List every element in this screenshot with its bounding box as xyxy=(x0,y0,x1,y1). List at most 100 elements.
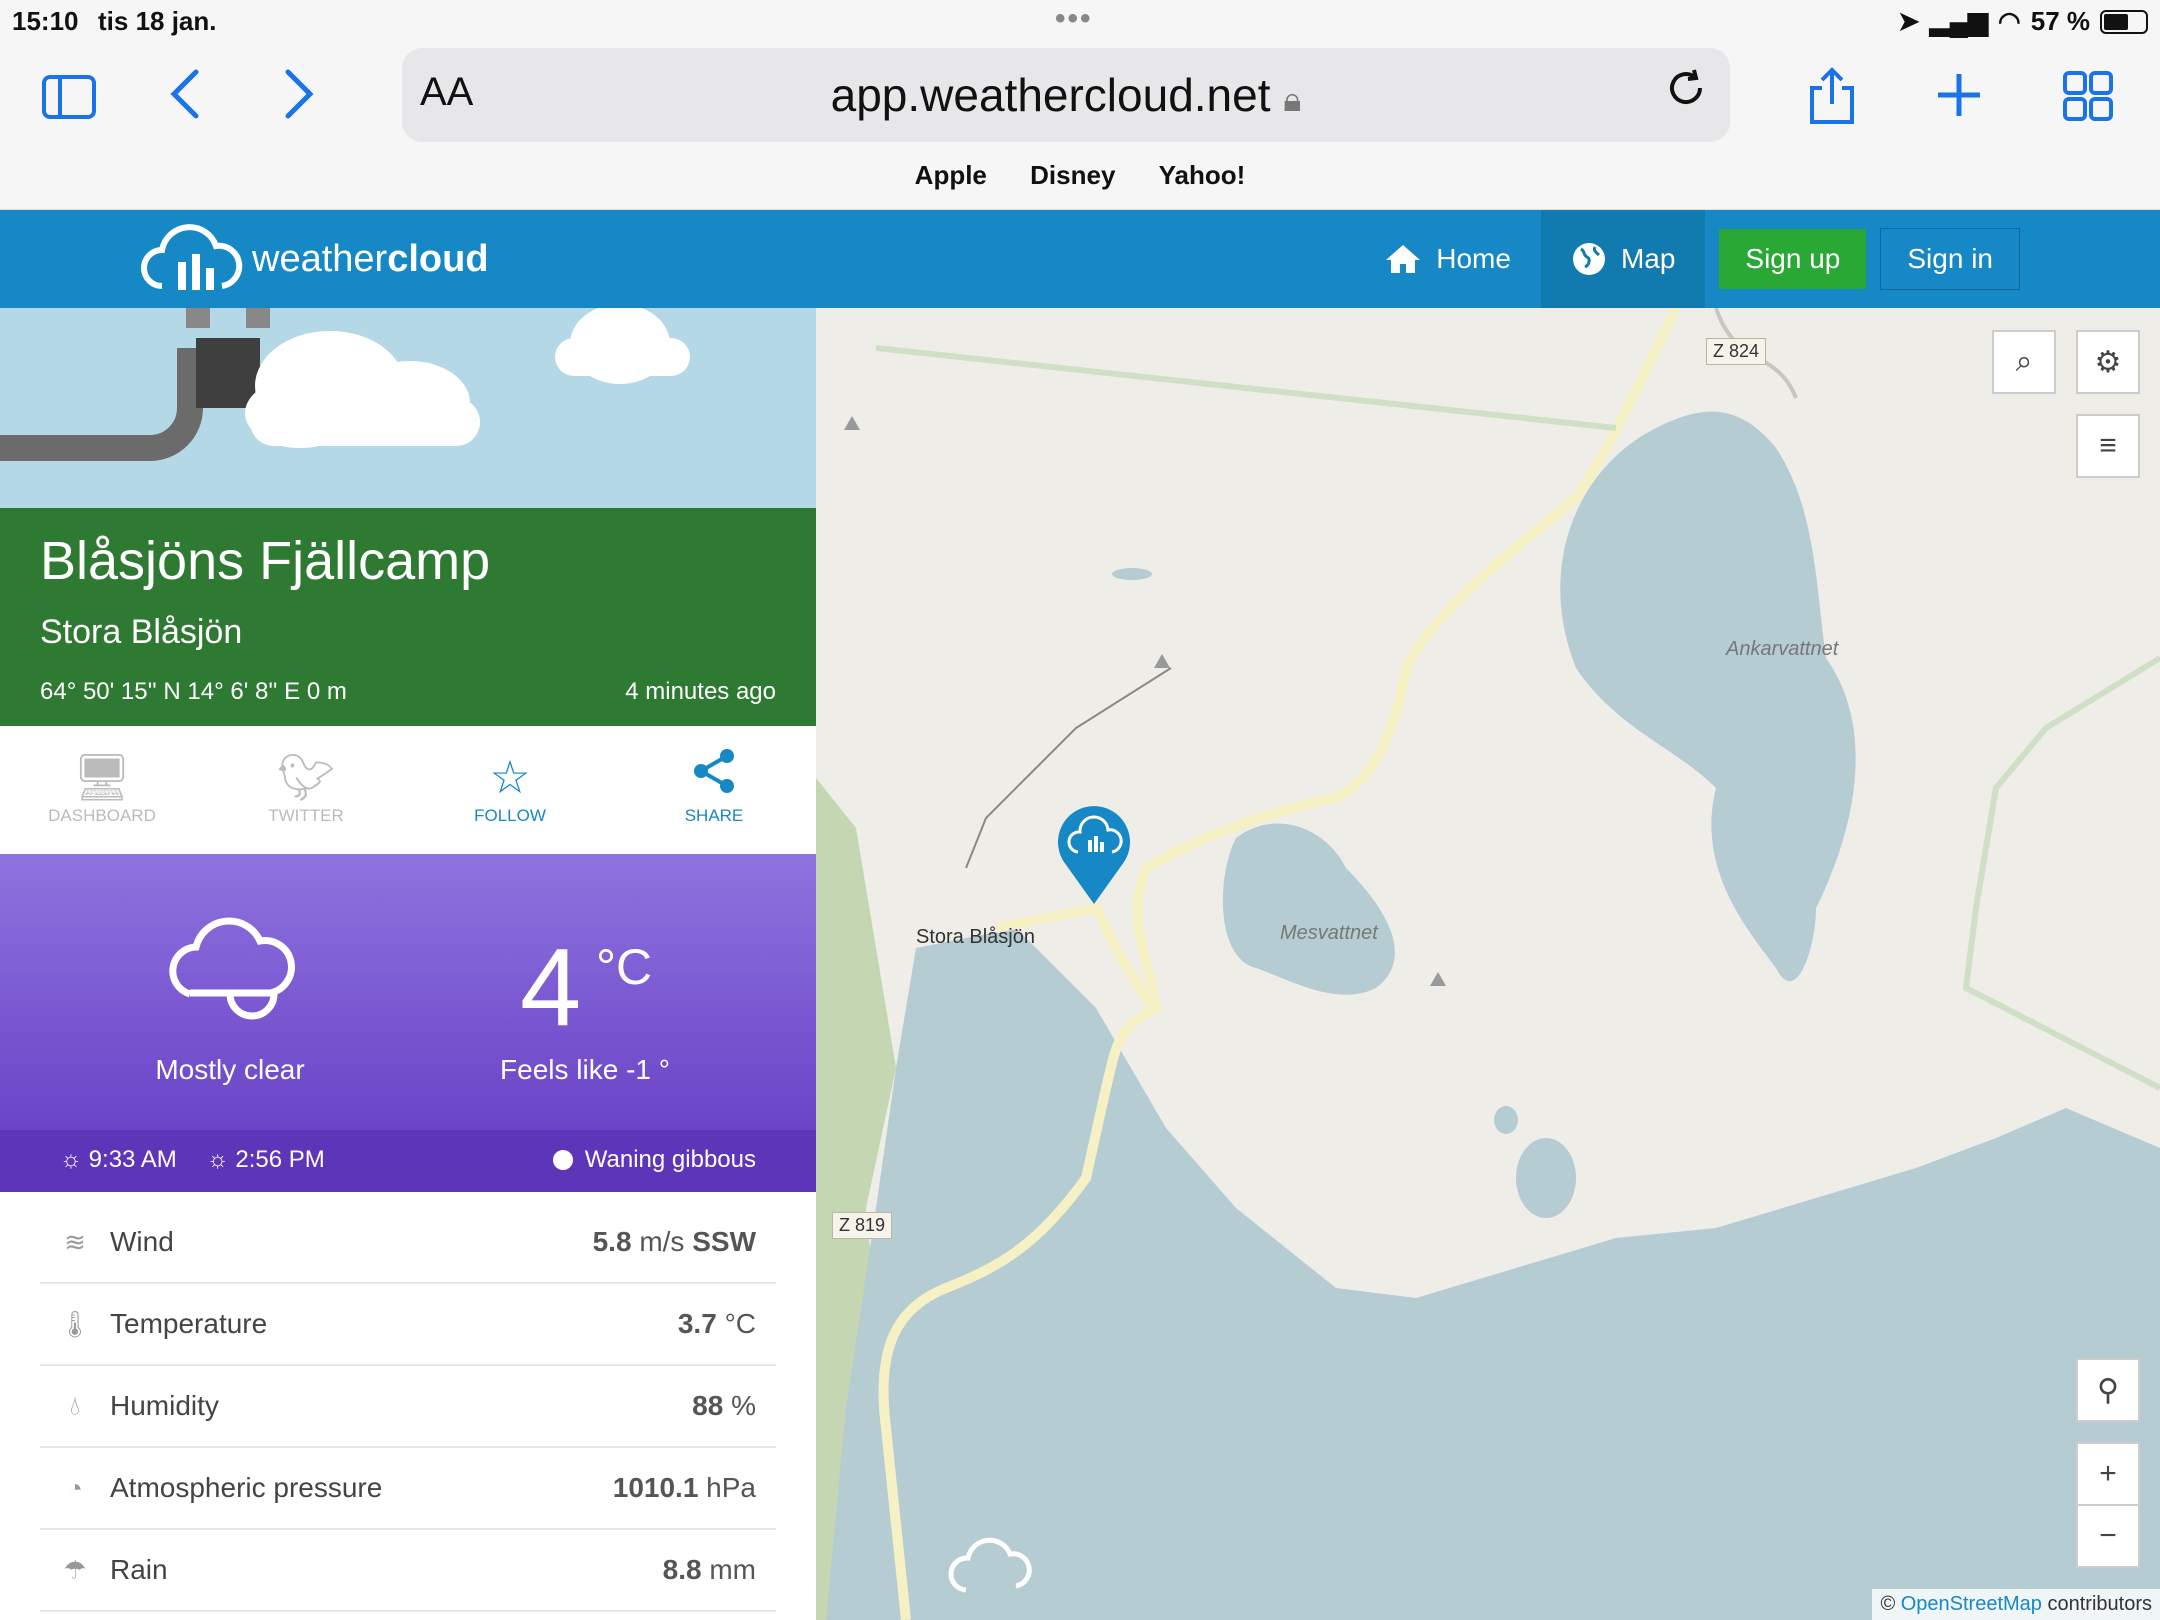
back-icon[interactable] xyxy=(168,68,202,131)
lock-icon: 🔒︎ xyxy=(1283,81,1302,119)
layers-icon: ≡ xyxy=(2099,429,2117,462)
current-conditions: Mostly clear 4 °C Feels like -1 ° xyxy=(0,854,816,1130)
observation-row-rain: ☂︎ Rain 8.8 mm xyxy=(40,1530,776,1612)
signin-button[interactable]: Sign in xyxy=(1880,228,2020,290)
feels-like: Feels like -1 ° xyxy=(500,1054,670,1085)
share-button[interactable]: SHARE xyxy=(612,726,816,862)
ios-status-bar: 15:10 tis 18 jan. ••• ➤ ▂▄▆ ◠ 57 % xyxy=(0,0,2160,40)
cloud-logo-icon xyxy=(141,224,243,290)
sun-times: ☼ 9:33 AM ☼ 2:56 PM xyxy=(60,1146,325,1174)
forward-icon[interactable] xyxy=(282,68,316,131)
location-pin-icon: ⚲ xyxy=(2097,1373,2119,1407)
observation-label: Rain xyxy=(110,1554,168,1585)
sunset-icon: ☼ xyxy=(206,1146,229,1173)
observation-value: 1010.1 hPa xyxy=(612,1472,756,1503)
sunrise: ☼ 9:33 AM xyxy=(60,1146,177,1173)
map-label-town: Stora Blåsjön xyxy=(916,926,1035,948)
status-indicators: ➤ ▂▄▆ ◠ 57 % xyxy=(1898,6,2148,37)
home-icon xyxy=(1386,245,1421,273)
logo-text: weathercloud xyxy=(252,237,489,280)
station-marker-icon[interactable] xyxy=(1056,806,1132,906)
map-tiles xyxy=(816,308,2160,1620)
gear-icon: ⚙ xyxy=(2094,345,2122,379)
site-header: weathercloud Home Map Sign up Sign in xyxy=(0,210,2160,308)
map-view[interactable]: Stora Blåsjön Ankarvattnet Mesvattnet Z … xyxy=(816,308,2160,1620)
globe-icon xyxy=(1572,243,1605,275)
new-tab-icon[interactable] xyxy=(1934,70,1984,131)
tabs-overview-icon[interactable] xyxy=(2062,70,2114,133)
reload-icon[interactable] xyxy=(1664,66,1708,122)
wind-icon: ≋ xyxy=(64,1226,86,1257)
station-name: Blåsjöns Fjällcamp xyxy=(40,531,491,591)
observation-row-temperature: 🌡︎ Temperature 3.7 °C xyxy=(40,1284,776,1366)
minus-icon: − xyxy=(2099,1519,2117,1552)
osm-link[interactable]: OpenStreetMap xyxy=(1901,1593,2042,1615)
map-attribution: © OpenStreetMap contributors xyxy=(1872,1589,2160,1620)
observation-label: Atmospheric pressure xyxy=(110,1472,383,1503)
address-bar[interactable]: AA app.weathercloud.net 🔒︎ xyxy=(402,48,1730,142)
pressure-icon: ◔ xyxy=(67,1472,83,1503)
observation-row-humidity: 💧︎ Humidity 88 % xyxy=(40,1366,776,1448)
sunrise-icon: ☼ xyxy=(60,1146,82,1173)
last-update: 4 minutes ago xyxy=(625,678,776,705)
station-coordinates: 64° 50' 15'' N 14° 6' 8'' E 0 m xyxy=(40,678,347,705)
search-icon: ⌕ xyxy=(2015,345,2033,378)
share-label: SHARE xyxy=(684,806,744,825)
temperature-unit: °C xyxy=(596,939,653,995)
bookmark-yahoo[interactable]: Yahoo! xyxy=(1159,160,1246,190)
current-temperature: 4 xyxy=(520,926,582,1049)
dashboard-label: DASHBOARD xyxy=(48,806,156,825)
moon-phase: Waning gibbous xyxy=(552,1146,756,1174)
weathercloud-logo[interactable]: weathercloud xyxy=(140,224,489,294)
dashboard-button[interactable]: 🖥︎ DASHBOARD xyxy=(0,726,204,862)
follow-label: FOLLOW xyxy=(474,806,546,825)
multitask-dots-icon[interactable]: ••• xyxy=(1055,2,1093,36)
road-label-z824: Z 824 xyxy=(1706,338,1767,365)
signup-button[interactable]: Sign up xyxy=(1719,229,1867,289)
partly-cloudy-icon xyxy=(169,917,295,1020)
nav-map[interactable]: Map xyxy=(1540,210,1706,308)
observation-row-pressure: ◔ Atmospheric pressure 1010.1 hPa xyxy=(40,1448,776,1530)
nav-home[interactable]: Home xyxy=(1354,210,1541,308)
map-label-ankarvattnet: Ankarvattnet xyxy=(1726,638,1839,660)
zoom-out-button[interactable]: − xyxy=(2076,1504,2140,1568)
map-settings-button[interactable]: ⚙ xyxy=(2076,330,2140,394)
url-text[interactable]: app.weathercloud.net 🔒︎ xyxy=(402,68,1730,122)
road-label-z819: Z 819 xyxy=(832,1212,893,1239)
star-icon: ☆ xyxy=(489,751,531,803)
astronomy-bar: ☼ 9:33 AM ☼ 2:56 PM Waning gibbous xyxy=(0,1130,816,1192)
signal-icon: ▂▄▆ xyxy=(1929,6,1989,36)
observation-value: 8.8 mm xyxy=(662,1554,756,1585)
map-search-button[interactable]: ⌕ xyxy=(1992,330,2056,394)
map-layers-button[interactable]: ≡ xyxy=(2076,414,2140,478)
observation-label: Wind xyxy=(110,1226,174,1257)
status-time: 15:10 xyxy=(12,6,79,36)
station-actions: 🖥︎ DASHBOARD 🐦︎ TWITTER ☆ FOLLOW SHARE xyxy=(0,726,816,862)
sunset: ☼ 2:56 PM xyxy=(206,1146,325,1173)
battery-percent: 57 % xyxy=(2030,6,2090,36)
observation-value: 5.8 m/s SSW xyxy=(592,1226,756,1257)
twitter-icon: 🐦︎ xyxy=(276,751,336,803)
nav-map-label: Map xyxy=(1620,243,1676,274)
sidebar-icon[interactable] xyxy=(42,70,96,130)
monitor-icon: 🖥︎ xyxy=(72,751,132,803)
observation-row-wind: ≋ Wind 5.8 m/s SSW xyxy=(40,1202,776,1284)
nav-home-label: Home xyxy=(1436,243,1511,274)
observation-label: Humidity xyxy=(110,1390,219,1421)
observation-label: Temperature xyxy=(110,1308,268,1339)
share-icon[interactable] xyxy=(1806,66,1858,137)
map-label-mesvattnet: Mesvattnet xyxy=(1280,922,1378,944)
plus-icon: + xyxy=(2099,1457,2117,1490)
twitter-button[interactable]: 🐦︎ TWITTER xyxy=(204,726,408,862)
bookmarks-bar: Apple Disney Yahoo! xyxy=(0,160,2160,191)
status-date: tis 18 jan. xyxy=(98,6,217,36)
zoom-in-button[interactable]: + xyxy=(2076,1442,2140,1506)
station-illustration xyxy=(0,308,816,508)
moon-phase-label: Waning gibbous xyxy=(584,1146,756,1173)
browser-toolbar: AA app.weathercloud.net 🔒︎ Apple Disney … xyxy=(0,40,2160,210)
bookmark-disney[interactable]: Disney xyxy=(1030,160,1115,190)
map-locate-button[interactable]: ⚲ xyxy=(2076,1358,2140,1422)
umbrella-icon: ☂︎ xyxy=(63,1554,87,1585)
follow-button[interactable]: ☆ FOLLOW xyxy=(408,726,612,862)
bookmark-apple[interactable]: Apple xyxy=(915,160,987,190)
